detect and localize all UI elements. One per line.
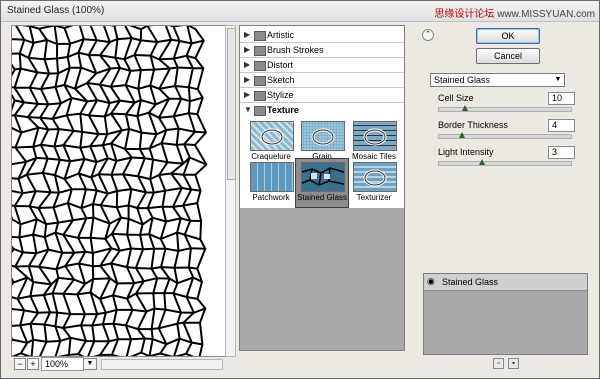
category-label: Brush Strokes xyxy=(267,45,324,55)
folder-icon xyxy=(254,46,266,56)
cell-size-label: Cell Size xyxy=(438,93,474,103)
patchwork-thumbnail xyxy=(250,162,294,192)
filter-label: Stained Glass xyxy=(297,193,347,202)
collapse-gallery-icon[interactable]: ⌃ xyxy=(422,29,434,41)
slider-knob[interactable] xyxy=(459,132,465,138)
slider-knob[interactable] xyxy=(479,159,485,165)
new-effect-layer-icon[interactable]: ▫ xyxy=(493,358,504,369)
light-intensity-input[interactable]: 3 xyxy=(548,146,575,159)
zoom-bar: − + 100% ▼ xyxy=(11,357,233,371)
texturizer-thumbnail xyxy=(353,162,397,192)
grain-thumbnail xyxy=(301,121,345,151)
cancel-button[interactable]: Cancel xyxy=(476,48,540,64)
cell-size-slider[interactable] xyxy=(438,105,572,112)
light-intensity-slider[interactable] xyxy=(438,159,572,166)
category-stylize[interactable]: ▶ Stylize xyxy=(240,88,404,102)
category-distort[interactable]: ▶ Distort xyxy=(240,58,404,72)
trash-icon[interactable]: ▪ xyxy=(508,358,519,369)
title-bar[interactable]: Stained Glass (100%) 思缘设计论坛 www.MISSYUAN… xyxy=(1,1,599,22)
window-title: Stained Glass (100%) xyxy=(7,5,105,16)
filter-thumb-texturizer[interactable]: Texturizer xyxy=(348,159,400,207)
expand-triangle-icon[interactable]: ▶ xyxy=(244,60,250,69)
border-thickness-label: Border Thickness xyxy=(438,120,508,130)
preview-vertical-scrollbar[interactable] xyxy=(225,25,236,357)
category-sketch[interactable]: ▶ Sketch xyxy=(240,73,404,87)
category-texture[interactable]: ▼ Texture xyxy=(240,103,404,117)
category-brush-strokes[interactable]: ▶ Brush Strokes xyxy=(240,43,404,57)
filter-thumb-stained-glass[interactable]: Stained Glass xyxy=(295,158,349,208)
filter-select[interactable]: Stained Glass ▼ xyxy=(430,73,565,87)
eye-icon[interactable]: ◉ xyxy=(427,277,437,286)
stained-glass-thumbnail xyxy=(301,162,345,192)
stained-glass-cells xyxy=(12,26,208,356)
zoom-value[interactable]: 100% xyxy=(41,357,84,371)
zoom-in-button[interactable]: + xyxy=(27,358,39,370)
expand-triangle-icon[interactable]: ▶ xyxy=(244,90,250,99)
slider-knob[interactable] xyxy=(462,105,468,111)
effect-layer-label: Stained Glass xyxy=(442,277,499,287)
mosaic-tiles-thumbnail xyxy=(353,121,397,151)
expand-triangle-icon[interactable]: ▶ xyxy=(244,30,250,39)
watermark-cn: 思缘设计论坛 xyxy=(434,9,495,20)
ok-button[interactable]: OK xyxy=(476,28,540,44)
gallery-list: ▶ Artistic ▶ Brush Strokes ▶ Distort ▶ S… xyxy=(240,26,404,208)
watermark-site: www.MISSYUAN.com xyxy=(497,9,595,20)
scroll-thumb[interactable] xyxy=(227,28,236,180)
folder-icon xyxy=(254,31,266,41)
category-label: Sketch xyxy=(267,75,295,85)
cell-size-input[interactable]: 10 xyxy=(548,92,575,105)
category-artistic[interactable]: ▶ Artistic xyxy=(240,28,404,42)
border-thickness-input[interactable]: 4 xyxy=(548,119,575,132)
collapse-triangle-icon[interactable]: ▼ xyxy=(244,105,252,114)
effect-layers-panel: ◉ Stained Glass xyxy=(423,273,588,355)
category-label: Distort xyxy=(267,60,294,70)
folder-open-icon xyxy=(254,106,266,116)
category-label: Stylize xyxy=(267,90,294,100)
filter-gallery: ▶ Artistic ▶ Brush Strokes ▶ Distort ▶ S… xyxy=(239,25,405,351)
filter-thumb-patchwork[interactable]: Patchwork xyxy=(245,159,297,207)
craquelure-thumbnail xyxy=(250,121,294,151)
chevron-down-icon: ▼ xyxy=(554,76,562,83)
light-intensity-label: Light Intensity xyxy=(438,147,494,157)
preview-horizontal-scrollbar[interactable] xyxy=(101,359,223,370)
folder-icon xyxy=(254,61,266,71)
filter-label: Patchwork xyxy=(252,193,290,202)
folder-icon xyxy=(254,91,266,101)
stained-glass-preview xyxy=(12,26,208,356)
folder-icon xyxy=(254,76,266,86)
watermark: 思缘设计论坛 www.MISSYUAN.com xyxy=(434,5,595,20)
filter-gallery-dialog: Stained Glass (100%) 思缘设计论坛 www.MISSYUAN… xyxy=(0,0,600,379)
expand-triangle-icon[interactable]: ▶ xyxy=(244,75,250,84)
zoom-out-button[interactable]: − xyxy=(14,358,26,370)
filter-label: Texturizer xyxy=(356,193,392,202)
border-thickness-slider[interactable] xyxy=(438,132,572,139)
effect-layer-row[interactable]: ◉ Stained Glass xyxy=(424,274,587,291)
category-label: Artistic xyxy=(267,30,294,40)
zoom-dropdown-icon[interactable]: ▼ xyxy=(83,358,97,370)
category-label: Texture xyxy=(267,105,299,115)
filter-select-value: Stained Glass xyxy=(434,75,491,85)
preview-pane[interactable] xyxy=(11,25,226,357)
expand-triangle-icon[interactable]: ▶ xyxy=(244,45,250,54)
